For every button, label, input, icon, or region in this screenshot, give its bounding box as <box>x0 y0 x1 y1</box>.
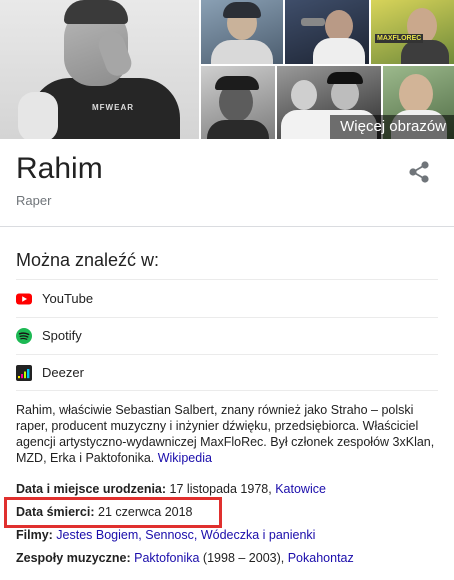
description-text: Rahim, właściwie Sebastian Salbert, znan… <box>16 403 435 465</box>
highlight-box <box>4 497 222 528</box>
photo-figure-sleeve <box>18 92 58 139</box>
spotify-icon <box>16 327 32 344</box>
thumbnail-2[interactable] <box>285 0 369 64</box>
more-images-button[interactable]: Więcej obrazów <box>330 115 454 139</box>
band-link-paktofonika[interactable]: Paktofonika <box>134 551 199 565</box>
entity-subtitle: Raper <box>16 193 52 208</box>
band-years: (1998 – 2003), <box>202 551 285 565</box>
profile-spotify[interactable]: Spotify <box>16 317 438 354</box>
films-link[interactable]: Jestes Bogiem, Sennosc, Wódeczka i panie… <box>56 528 315 542</box>
description: Rahim, właściwie Sebastian Salbert, znan… <box>16 402 440 466</box>
wikipedia-link[interactable]: Wikipedia <box>158 451 212 465</box>
profile-label-deezer: Deezer <box>42 365 84 380</box>
photo-brand-text: MFWEAR <box>92 103 134 112</box>
youtube-icon <box>16 293 32 304</box>
section-divider <box>0 226 454 227</box>
profile-deezer[interactable]: Deezer <box>16 354 438 391</box>
fact-birth: Data i miejsce urodzenia: 17 listopada 1… <box>16 481 326 497</box>
thumbnail-sign-text: MAXFLOREC <box>375 34 424 43</box>
profile-label-spotify: Spotify <box>42 328 82 343</box>
deezer-icon <box>16 364 32 381</box>
fact-films-label: Filmy: <box>16 528 53 542</box>
fact-birth-label: Data i miejsce urodzenia: <box>16 482 167 496</box>
profile-youtube[interactable]: YouTube <box>16 280 438 317</box>
entity-title: Rahim <box>16 152 103 185</box>
profile-separator <box>16 390 438 391</box>
share-icon[interactable] <box>406 160 432 184</box>
profiles-heading: Można znaleźć w: <box>16 250 160 270</box>
photo-figure-hair <box>64 0 128 24</box>
more-images-label: Więcej obrazów <box>340 118 446 135</box>
fact-bands-label: Zespoły muzyczne: <box>16 551 131 565</box>
fact-birth-value: 17 listopada 1978, <box>169 482 272 496</box>
fact-films: Filmy: Jestes Bogiem, Sennosc, Wódeczka … <box>16 527 315 543</box>
image-collage: MFWEAR MAXFLOREC Więcej obrazów <box>0 0 454 139</box>
thumbnail-1[interactable] <box>201 0 283 64</box>
band-link-pokahontaz[interactable]: Pokahontaz <box>288 551 354 565</box>
birth-place-link[interactable]: Katowice <box>275 482 326 496</box>
main-photo[interactable]: MFWEAR <box>0 0 199 139</box>
fact-bands: Zespoły muzyczne: Paktofonika (1998 – 20… <box>16 550 354 566</box>
profile-label-youtube: YouTube <box>42 291 94 306</box>
thumbnail-4[interactable] <box>201 66 275 139</box>
thumbnail-3[interactable]: MAXFLOREC <box>371 0 454 64</box>
